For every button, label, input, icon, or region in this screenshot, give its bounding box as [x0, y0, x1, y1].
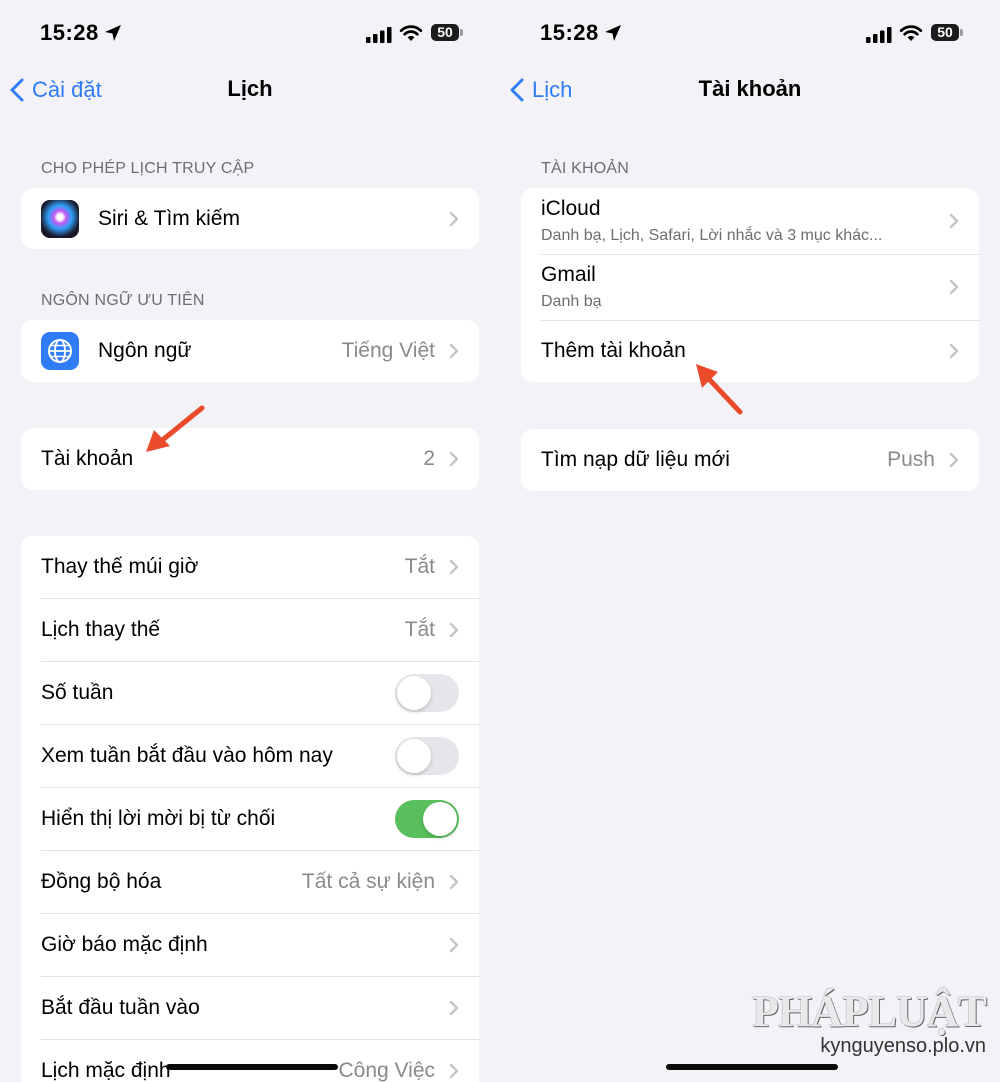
week-today-toggle[interactable] [395, 736, 459, 775]
calendar-settings-screen: 15:28 50 Cài đặt Lịch CHO PHÉP LỊCH TRUY… [0, 0, 500, 1082]
back-button[interactable]: Cài đặt [10, 74, 102, 106]
section-header-language: NGÔN NGỮ ƯU TIÊN [41, 292, 205, 309]
navigation-bar: Cài đặt Lịch [0, 70, 500, 110]
declined-label: Hiển thị lời mời bị từ chối [41, 806, 276, 830]
section-header-accounts: TÀI KHOẢN [541, 160, 630, 177]
siri-search-row[interactable]: Siri & Tìm kiếm [21, 188, 479, 249]
icloud-detail: Danh bạ, Lịch, Safari, Lời nhắc và 3 mục… [541, 227, 883, 244]
start-week-label: Bắt đầu tuần vào [41, 995, 200, 1019]
alternate-calendars-row[interactable]: Lịch thay thế Tắt [21, 598, 479, 661]
language-value: Tiếng Việt [341, 339, 435, 362]
show-declined-row: Hiển thị lời mời bị từ chối [21, 787, 479, 850]
battery-icon: 50 [431, 24, 465, 41]
timezone-label: Thay thế múi giờ [41, 555, 199, 578]
default-calendar-label: Lịch mặc định [41, 1058, 171, 1082]
battery-icon: 50 [931, 24, 965, 41]
accounts-list-group: iCloud Danh bạ, Lịch, Safari, Lời nhắc v… [521, 188, 979, 382]
section-header-access: CHO PHÉP LỊCH TRUY CẬP [41, 160, 255, 177]
fetch-group: Tìm nạp dữ liệu mới Push [521, 429, 979, 491]
watermark-site: kynguyenso.plo.vn [820, 1035, 986, 1057]
location-arrow-icon [105, 25, 121, 41]
status-bar: 15:28 50 [0, 18, 500, 52]
globe-icon [41, 332, 79, 370]
status-time: 15:28 [40, 20, 99, 45]
gmail-detail: Danh bạ [541, 293, 602, 310]
chevron-right-icon [949, 343, 959, 359]
back-button[interactable]: Lịch [510, 74, 572, 106]
sync-row[interactable]: Đồng bộ hóa Tất cả sự kiện [21, 850, 479, 913]
chevron-right-icon [949, 279, 959, 295]
siri-icon [41, 199, 79, 238]
week-numbers-label: Số tuần [41, 680, 114, 704]
gmail-account-row[interactable]: Gmail Danh bạ [521, 254, 979, 320]
timezone-override-row[interactable]: Thay thế múi giờ Tắt [21, 536, 479, 598]
language-label: Ngôn ngữ [98, 339, 192, 362]
status-bar: 15:28 50 [500, 18, 1000, 52]
week-numbers-row: Số tuần [21, 661, 479, 724]
default-calendar-value: Công Việc [338, 1058, 435, 1082]
alt-calendar-value: Tắt [404, 617, 435, 641]
chevron-right-icon [449, 559, 459, 575]
fetch-label: Tìm nạp dữ liệu mới [541, 448, 730, 471]
accounts-group: Tài khoản 2 [21, 428, 479, 490]
start-week-on-row[interactable]: Bắt đầu tuần vào [21, 976, 479, 1039]
alt-calendar-label: Lịch thay thế [41, 617, 161, 641]
cellular-signal-icon [866, 27, 892, 43]
fetch-value: Push [887, 448, 935, 471]
back-label: Cài đặt [32, 77, 102, 102]
access-group: Siri & Tìm kiếm [21, 188, 479, 249]
chevron-right-icon [949, 452, 959, 468]
language-row[interactable]: Ngôn ngữ Tiếng Việt [21, 320, 479, 382]
chevron-right-icon [449, 622, 459, 637]
location-arrow-icon [605, 25, 621, 41]
chevron-right-icon [449, 937, 459, 952]
sync-value: Tất cả sự kiện [301, 869, 435, 893]
timezone-value: Tắt [404, 555, 435, 578]
chevron-right-icon [449, 451, 459, 467]
annotation-arrow-icon [146, 405, 205, 452]
chevron-right-icon [449, 1063, 459, 1078]
alert-times-label: Giờ báo mặc định [41, 932, 208, 956]
language-group: Ngôn ngữ Tiếng Việt [21, 320, 479, 382]
home-indicator [666, 1064, 838, 1070]
watermark: PHÁPLUẬT kynguyenso.plo.vn [752, 986, 987, 1058]
chevron-left-icon [510, 78, 524, 102]
week-numbers-toggle[interactable] [395, 673, 459, 712]
week-today-label: Xem tuần bắt đầu vào hôm nay [41, 743, 333, 767]
cellular-signal-icon [366, 27, 392, 43]
battery-level: 50 [431, 24, 459, 41]
calendar-options-group: Thay thế múi giờ Tắt Lịch thay thế Tắt S… [21, 536, 479, 1082]
default-alert-times-row[interactable]: Giờ báo mặc định [21, 913, 479, 976]
chevron-right-icon [949, 213, 959, 229]
watermark-brand: PHÁPLUẬT [752, 987, 987, 1036]
wifi-icon [399, 25, 423, 41]
accounts-screen: 15:28 50 Lịch Tài khoản TÀI KHOẢN iCloud… [500, 0, 1000, 1082]
page-title: Tài khoản [698, 76, 802, 101]
chevron-right-icon [449, 1000, 459, 1015]
chevron-left-icon [10, 78, 24, 102]
sync-label: Đồng bộ hóa [41, 869, 162, 893]
wifi-icon [899, 25, 923, 41]
accounts-count: 2 [423, 447, 435, 470]
status-time: 15:28 [540, 20, 599, 45]
siri-label: Siri & Tìm kiếm [98, 206, 240, 230]
declined-toggle[interactable] [395, 799, 459, 838]
accounts-row[interactable]: Tài khoản 2 [21, 428, 479, 490]
battery-level: 50 [931, 24, 959, 41]
add-account-row[interactable]: Thêm tài khoản [521, 320, 979, 382]
home-indicator [166, 1064, 338, 1070]
chevron-right-icon [449, 874, 459, 889]
fetch-new-data-row[interactable]: Tìm nạp dữ liệu mới Push [521, 429, 979, 491]
back-label: Lịch [532, 77, 573, 102]
gmail-label: Gmail [541, 263, 596, 286]
icloud-label: iCloud [541, 197, 601, 220]
navigation-bar: Lịch Tài khoản [500, 70, 1000, 110]
chevron-right-icon [449, 211, 459, 226]
icloud-account-row[interactable]: iCloud Danh bạ, Lịch, Safari, Lời nhắc v… [521, 188, 979, 254]
accounts-label: Tài khoản [41, 447, 134, 470]
annotation-arrow-icon [696, 364, 743, 415]
chevron-right-icon [449, 343, 459, 359]
week-view-today-row: Xem tuần bắt đầu vào hôm nay [21, 724, 479, 787]
default-calendar-row[interactable]: Lịch mặc định Công Việc [21, 1039, 479, 1082]
